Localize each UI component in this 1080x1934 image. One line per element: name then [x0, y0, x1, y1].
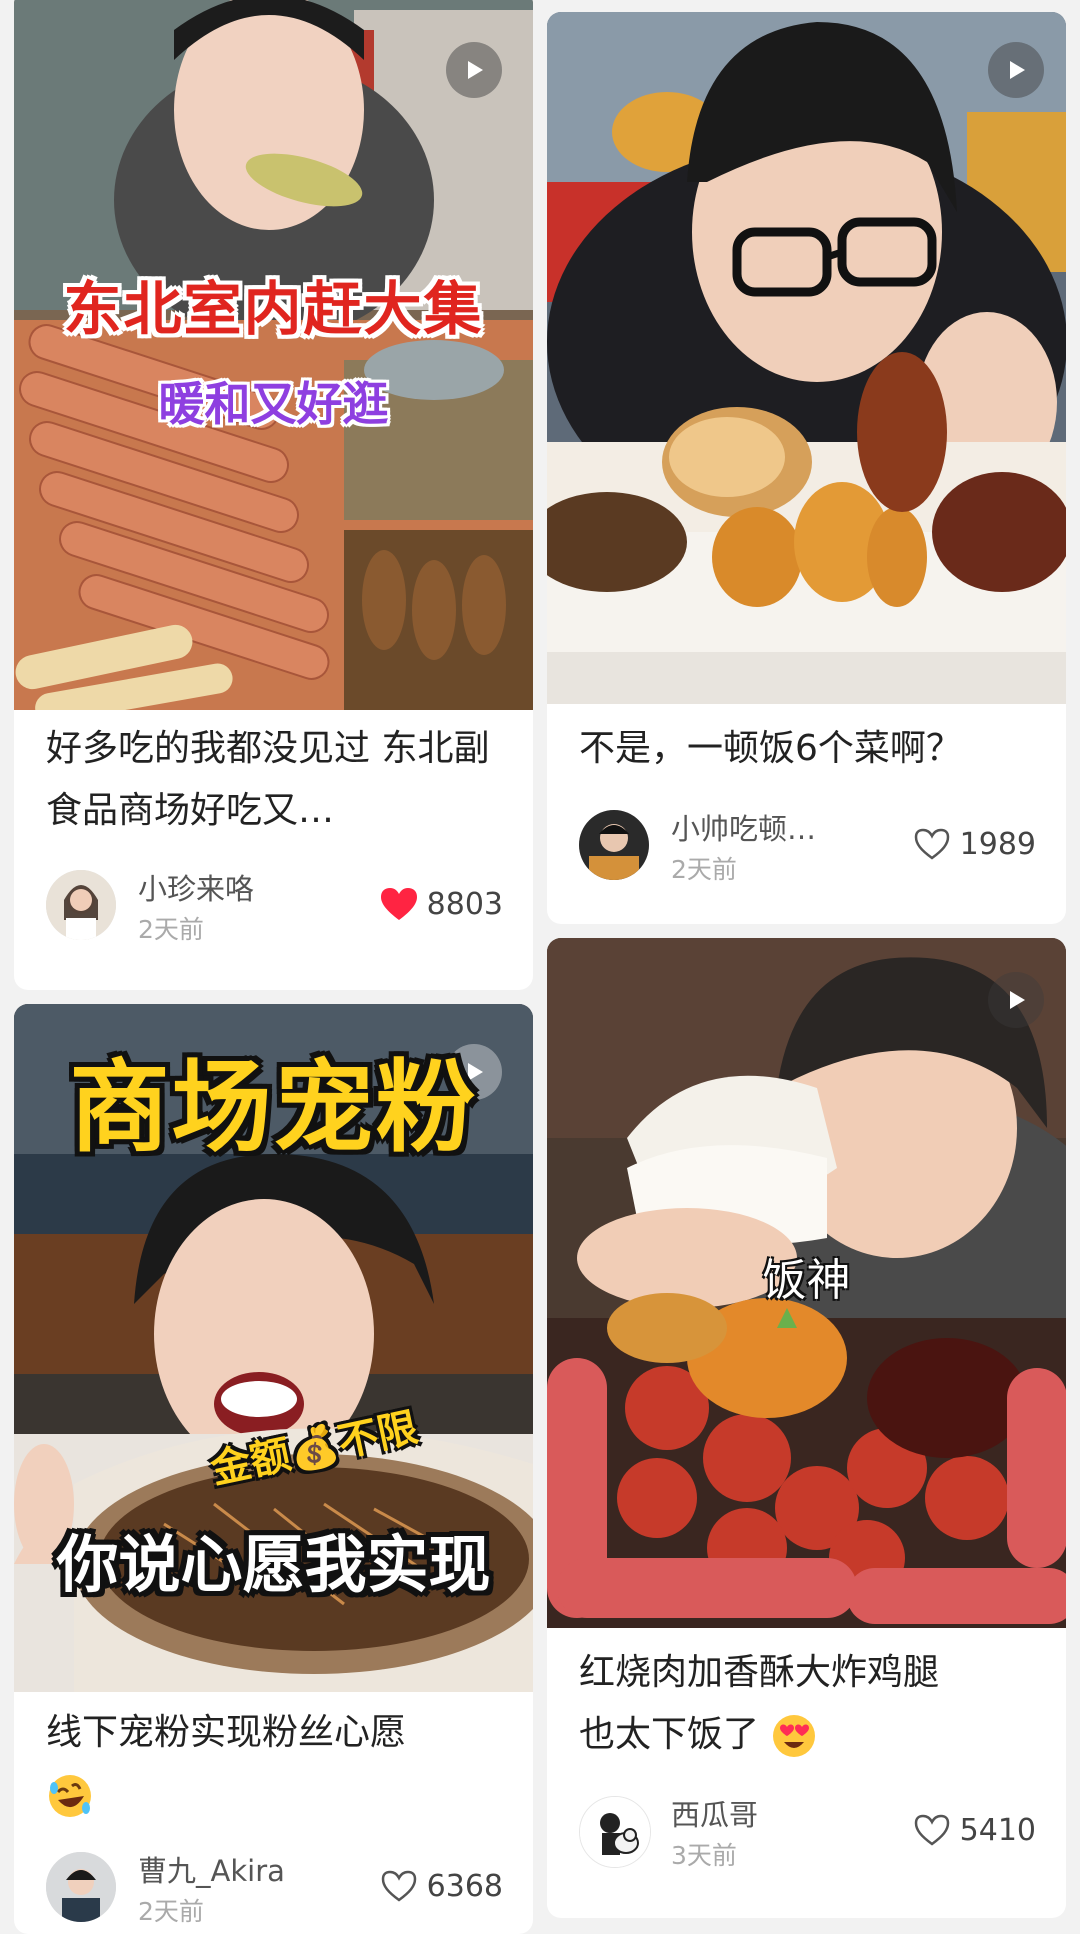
avatar[interactable] [579, 810, 649, 880]
thumbnail-bottom-overlay: 你说心愿我实现 [56, 1528, 491, 1601]
like-count: 8803 [426, 886, 503, 922]
play-button[interactable] [988, 972, 1044, 1028]
heart-eyes-emoji [773, 1715, 816, 1757]
like-count: 6368 [426, 1868, 503, 1904]
avatar-image [46, 870, 116, 940]
like-button[interactable]: 8803 [379, 886, 503, 922]
post-time: 2天前 [671, 855, 737, 884]
avatar[interactable] [46, 870, 116, 940]
thumbnail-caption-overlay: 饭神 [762, 1255, 851, 1306]
video-thumbnail[interactable]: 商场宠粉 金额💰不限 你说心愿我实现 [14, 1004, 533, 1692]
author-name[interactable]: 小帅吃顿… [671, 806, 816, 848]
card-title[interactable]: 好多吃的我都没见过 东北副食品商场好吃又… [46, 718, 505, 842]
card-meta: 小帅吃顿… 2天前 1989 [579, 806, 1036, 884]
avatar[interactable] [579, 1796, 651, 1868]
post-time: 2天前 [138, 1897, 204, 1926]
thumbnail-image [14, 0, 533, 710]
like-button[interactable]: 1989 [912, 826, 1036, 862]
author-name[interactable]: 西瓜哥 [671, 1792, 758, 1834]
thumbnail-title-overlay: 东北室内赶大集 [63, 275, 484, 343]
card-title-text: 线下宠粉实现粉丝心愿 [46, 1712, 407, 1753]
card-title-line2: 也太下饭了 [579, 1714, 760, 1755]
avatar-image [46, 1852, 116, 1922]
video-thumbnail[interactable]: 东北室内赶大集 暖和又好逛 [14, 0, 533, 710]
author-name[interactable]: 小珍来咯 [138, 866, 254, 908]
card-meta: 曹九_Akira 2天前 6368 [46, 1848, 503, 1926]
feed-card[interactable]: 不是，一顿饭6个菜啊？ 小帅吃顿… 2天前 1989 [547, 12, 1066, 924]
card-title[interactable]: 红烧肉加香酥大炸鸡腿 也太下饭了 [579, 1642, 1038, 1766]
avatar-image [579, 810, 649, 880]
heart-outline-icon [914, 1814, 949, 1846]
thumbnail-subtitle-overlay: 暖和又好逛 [158, 377, 389, 431]
avatar-image [580, 1797, 650, 1867]
card-title-line1: 红烧肉加香酥大炸鸡腿 [579, 1652, 940, 1693]
play-button[interactable] [446, 42, 502, 98]
rolling-on-floor-laughing-emoji [49, 1775, 91, 1817]
feed-card[interactable]: 饭神 红烧肉加香酥大炸鸡腿 也太下饭了 西瓜哥 3天前 5410 [547, 938, 1066, 1918]
thumbnail-image [547, 12, 1066, 704]
card-title[interactable]: 线下宠粉实现粉丝心愿 [46, 1702, 505, 1826]
thumbnail-title-overlay: 商场宠粉 [69, 1049, 478, 1166]
card-title[interactable]: 不是，一顿饭6个菜啊？ [579, 718, 1038, 780]
play-icon [1010, 991, 1025, 1009]
avatar[interactable] [46, 1852, 116, 1922]
like-count: 5410 [959, 1812, 1036, 1848]
play-icon [468, 61, 483, 79]
author-name[interactable]: 曹九_Akira [138, 1848, 285, 1890]
post-time: 2天前 [138, 915, 204, 944]
feed-card[interactable]: 商场宠粉 金额💰不限 你说心愿我实现 线下宠粉实现粉丝心愿 曹九_Akira 2… [14, 1004, 533, 1934]
feed-card[interactable]: 东北室内赶大集 暖和又好逛 好多吃的我都没见过 东北副食品商场好吃又… 小珍来咯… [14, 0, 533, 990]
play-icon [1010, 61, 1025, 79]
like-button[interactable]: 6368 [379, 1868, 503, 1904]
video-thumbnail[interactable]: 饭神 [547, 938, 1066, 1628]
heart-outline-icon [914, 828, 949, 860]
play-button[interactable] [988, 42, 1044, 98]
like-button[interactable]: 5410 [912, 1812, 1036, 1848]
heart-outline-icon [381, 1870, 416, 1902]
heart-filled-icon [380, 888, 417, 920]
video-thumbnail[interactable] [547, 12, 1066, 704]
card-meta: 小珍来咯 2天前 8803 [46, 866, 503, 944]
post-time: 3天前 [671, 1841, 737, 1870]
card-meta: 西瓜哥 3天前 5410 [579, 1792, 1036, 1870]
like-count: 1989 [959, 826, 1036, 862]
